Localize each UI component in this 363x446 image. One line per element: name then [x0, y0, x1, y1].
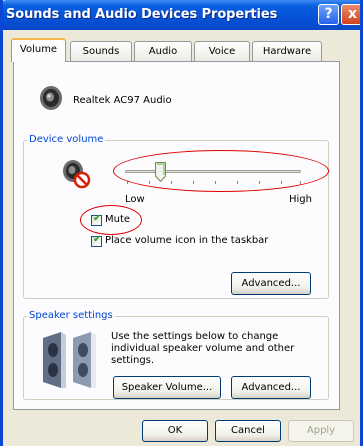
- tab-audio[interactable]: Audio: [134, 41, 192, 61]
- cancel-button[interactable]: Cancel: [215, 420, 281, 442]
- slider-high-label: High: [289, 194, 312, 205]
- tab-volume[interactable]: Volume: [11, 38, 66, 62]
- taskbar-icon-checkbox[interactable]: ✔: [91, 234, 102, 247]
- speakers-icon: [39, 330, 99, 395]
- speaker-advanced-button[interactable]: Advanced...: [231, 376, 311, 399]
- tab-sounds[interactable]: Sounds: [70, 41, 132, 61]
- device-volume-label: Device volume: [27, 134, 106, 145]
- device-name: Realtek AC97 Audio: [73, 95, 172, 106]
- mute-highlight: [80, 205, 142, 235]
- volume-slider-highlight: [113, 150, 329, 192]
- close-button[interactable]: x: [341, 4, 360, 25]
- tab-hardware[interactable]: Hardware: [252, 41, 322, 61]
- device-advanced-button[interactable]: Advanced...: [231, 272, 311, 295]
- title-bar[interactable]: Sounds and Audio Devices Properties ? x: [3, 0, 360, 30]
- taskbar-icon-label[interactable]: Place volume icon in the taskbar: [105, 235, 268, 246]
- speaker-icon: [37, 84, 65, 115]
- ok-button[interactable]: OK: [142, 420, 208, 442]
- speaker-settings-description: Use the settings below to change individ…: [111, 331, 295, 366]
- tab-voice[interactable]: Voice: [194, 41, 250, 61]
- window-title: Sounds and Audio Devices Properties: [6, 7, 278, 22]
- muted-speaker-icon: [60, 158, 94, 193]
- check-mark-icon: ✔: [93, 234, 102, 245]
- help-button[interactable]: ?: [318, 4, 339, 25]
- slider-low-label: Low: [125, 194, 145, 205]
- dialog-window: Sounds and Audio Devices Properties ? x …: [0, 0, 363, 446]
- speaker-volume-button[interactable]: Speaker Volume...: [113, 376, 221, 399]
- apply-button[interactable]: Apply: [288, 420, 354, 442]
- speaker-settings-label: Speaker settings: [27, 310, 115, 321]
